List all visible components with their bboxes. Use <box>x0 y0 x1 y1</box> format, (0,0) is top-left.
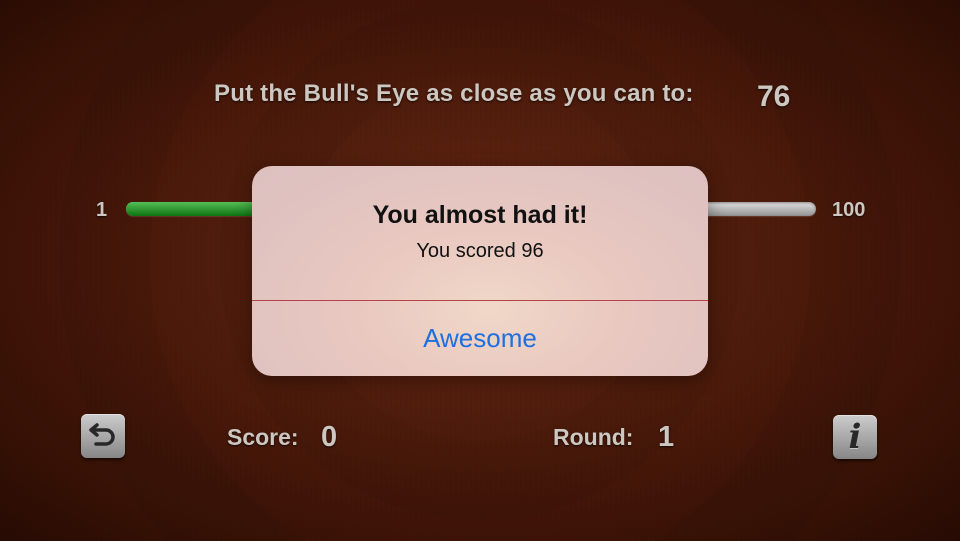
alert-message: You scored 96 <box>416 240 544 262</box>
awesome-button[interactable]: Awesome <box>252 301 708 376</box>
alert-dialog: You almost had it! You scored 96 Awesome <box>252 166 708 376</box>
alert-title: You almost had it! <box>372 201 588 229</box>
